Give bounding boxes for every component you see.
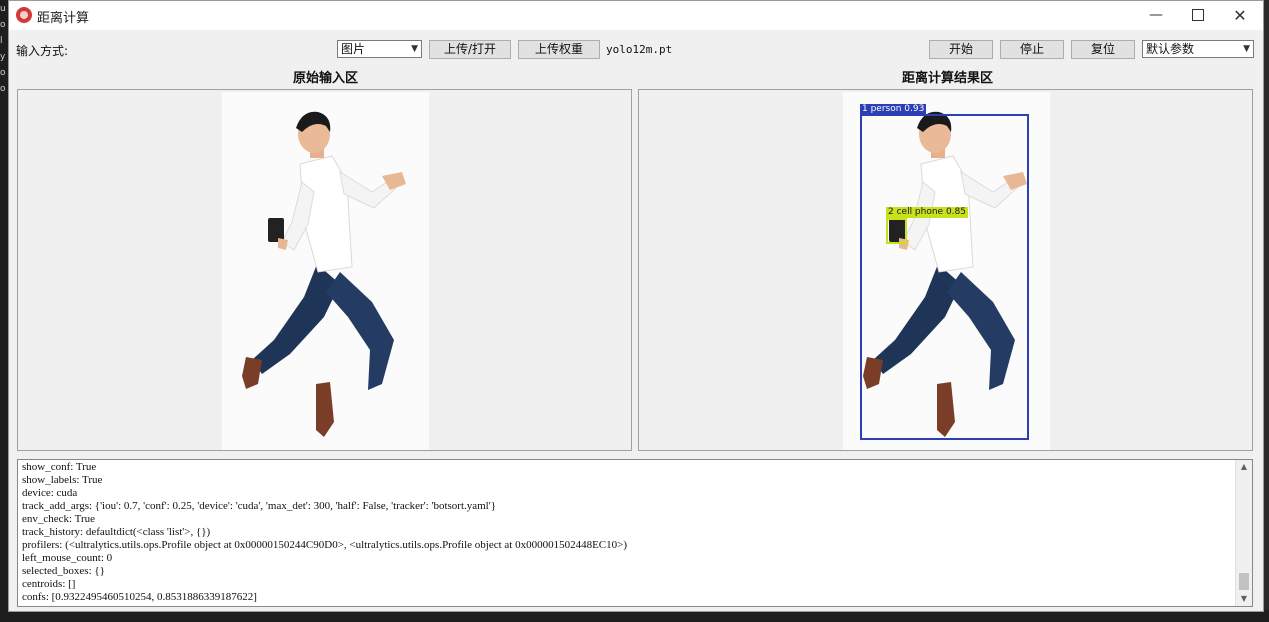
maximize-icon — [1192, 9, 1204, 21]
log-scrollbar[interactable]: ▲ ▼ — [1235, 460, 1252, 606]
log-line: confs: [0.9322495460510254, 0.8531886339… — [22, 591, 257, 603]
params-select[interactable]: 默认参数 ▼ — [1142, 40, 1254, 58]
stop-button[interactable]: 停止 — [1000, 40, 1064, 59]
close-button[interactable]: ✕ — [1217, 1, 1263, 30]
log-line: show_conf: True — [22, 461, 97, 473]
minimize-icon: — — [1149, 7, 1163, 23]
phone-detection-box — [886, 218, 907, 244]
maximize-button[interactable] — [1175, 1, 1221, 30]
log-lines: show_conf: True show_labels: True device: … — [22, 461, 1232, 604]
start-button[interactable]: 开始 — [929, 40, 993, 59]
log-line: track_add_args: {'iou': 0.7, 'conf': 0.2… — [22, 500, 497, 512]
main-window: 距离计算 — ✕ 输入方式: 图片 ▼ 上传/打开 上传权重 yolo12m.p… — [8, 0, 1264, 612]
weights-file-name: yolo12m.pt — [606, 43, 673, 56]
reset-button[interactable]: 复位 — [1071, 40, 1135, 59]
chevron-down-icon: ▼ — [411, 44, 418, 54]
scroll-thumb[interactable] — [1239, 573, 1249, 590]
log-line: selected_boxes: {} — [22, 565, 105, 577]
log-line: device: cuda — [22, 487, 78, 499]
upload-weights-button[interactable]: 上传权重 — [518, 40, 600, 59]
scroll-down-arrow-icon[interactable]: ▼ — [1236, 592, 1252, 606]
log-line: show_labels: True — [22, 474, 103, 486]
log-line: profilers: (<ultralytics.utils.ops.Profi… — [22, 539, 627, 551]
person-detection-box — [860, 114, 1029, 440]
result-image-panel: 1 person 0.93 2 cell phone 0.85 — [638, 89, 1253, 451]
close-icon: ✕ — [1233, 6, 1247, 25]
upload-open-button[interactable]: 上传/打开 — [429, 40, 511, 59]
log-output[interactable]: show_conf: True show_labels: True device: … — [17, 459, 1253, 607]
log-line: left_mouse_count: 0 — [22, 552, 113, 564]
result-area-title: 距离计算结果区 — [902, 71, 994, 86]
chevron-down-icon: ▼ — [1243, 44, 1250, 54]
input-mode-label: 输入方式: — [16, 44, 69, 58]
jumping-man-photo — [242, 111, 406, 437]
phone-detection-label: 2 cell phone 0.85 — [886, 207, 968, 218]
input-mode-value: 图片 — [341, 42, 366, 56]
app-logo-icon — [16, 7, 32, 23]
log-line: env_check: True — [22, 513, 96, 525]
person-detection-label: 1 person 0.93 — [860, 104, 927, 115]
log-line: track_history: defaultdict(<class 'list'… — [22, 526, 211, 538]
input-mode-select[interactable]: 图片 ▼ — [337, 40, 422, 58]
input-area-title: 原始输入区 — [293, 71, 359, 86]
title-bar: 距离计算 — ✕ — [9, 1, 1263, 30]
result-image: 1 person 0.93 2 cell phone 0.85 — [843, 92, 1050, 450]
log-line: centroids: [] — [22, 578, 76, 590]
params-value: 默认参数 — [1146, 42, 1195, 56]
minimize-button[interactable]: — — [1133, 1, 1179, 30]
input-image — [222, 92, 429, 450]
window-title: 距离计算 — [37, 11, 90, 26]
input-image-panel — [17, 89, 632, 451]
background-window-edge: uolyoo — [0, 0, 8, 622]
scroll-up-arrow-icon[interactable]: ▲ — [1236, 460, 1252, 474]
